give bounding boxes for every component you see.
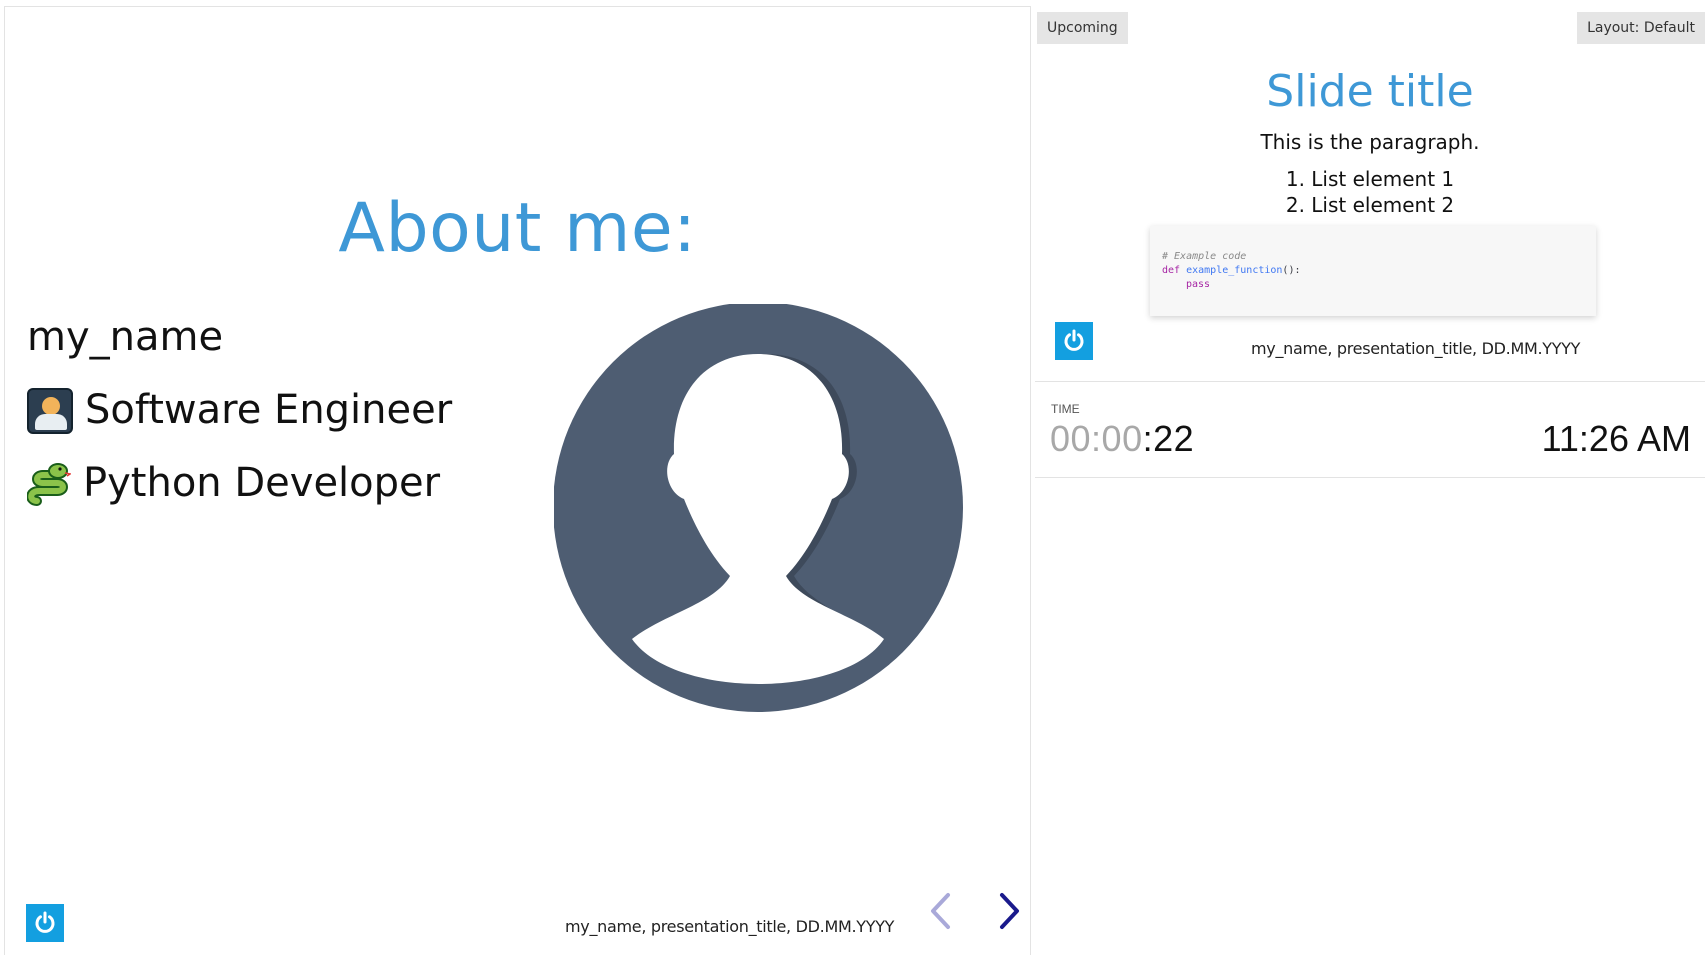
speaker-view: About me: my_name Software Engineer Pyth… [0,0,1705,955]
code-function-name: example_function [1186,265,1283,276]
preview-slide-title: Slide title [1266,66,1474,117]
code-keyword: def [1162,265,1181,276]
role-python-text: Python Developer [83,460,441,506]
upcoming-label: Upcoming [1037,12,1128,44]
timer-seconds: :22 [1142,418,1195,459]
list-item: 1. List element 1 [1285,167,1455,191]
preview-list: 1. List element 1 2. List element 2 [1035,166,1705,218]
layout-selector-button[interactable]: Layout: Default [1577,12,1705,44]
user-avatar-icon [554,304,963,712]
time-label: TIME [1051,402,1080,416]
chevron-right-icon [1000,893,1019,929]
code-line-def: def example_function(): [1162,264,1584,278]
technologist-emoji-icon [27,388,73,434]
timer-hours-minutes: 00:00 [1050,418,1143,459]
code-comment: # Example code [1162,251,1247,262]
slide-heading: About me: [338,189,697,268]
current-slide: About me: my_name Software Engineer Pyth… [4,6,1031,955]
role-software-text: Software Engineer [85,387,453,433]
preview-paragraph: This is the paragraph. [1260,130,1480,154]
next-slide-button[interactable] [993,887,1027,935]
list-item: 2. List element 2 [1285,193,1455,217]
slide-footer-text: my_name, presentation_title, DD.MM.YYYY [565,917,895,936]
elapsed-timer[interactable]: 00:00:22 [1050,418,1194,460]
code-punctuation: (): [1282,265,1301,276]
preview-footer-text: my_name, presentation_title, DD.MM.YYYY [1251,339,1581,358]
role-line-python: Python Developer [27,453,452,526]
snake-emoji-icon [27,463,71,506]
upcoming-slide-panel: Upcoming Layout: Default Slide title Thi… [1035,6,1705,382]
name-text: my_name [27,314,224,360]
chevron-left-icon [931,893,950,929]
power-icon [1055,322,1093,360]
code-block: # Example code def example_function(): p… [1150,226,1596,316]
timer-panel: TIME 00:00:22 11:26 AM [1035,382,1705,478]
about-text: my_name Software Engineer Python Develop… [27,307,452,526]
prev-slide-button[interactable] [923,887,957,935]
name-line: my_name [27,307,452,380]
wall-clock: 11:26 AM [1541,418,1691,459]
code-body: pass [1186,279,1211,290]
power-icon [26,904,64,942]
role-line-software: Software Engineer [27,380,452,453]
